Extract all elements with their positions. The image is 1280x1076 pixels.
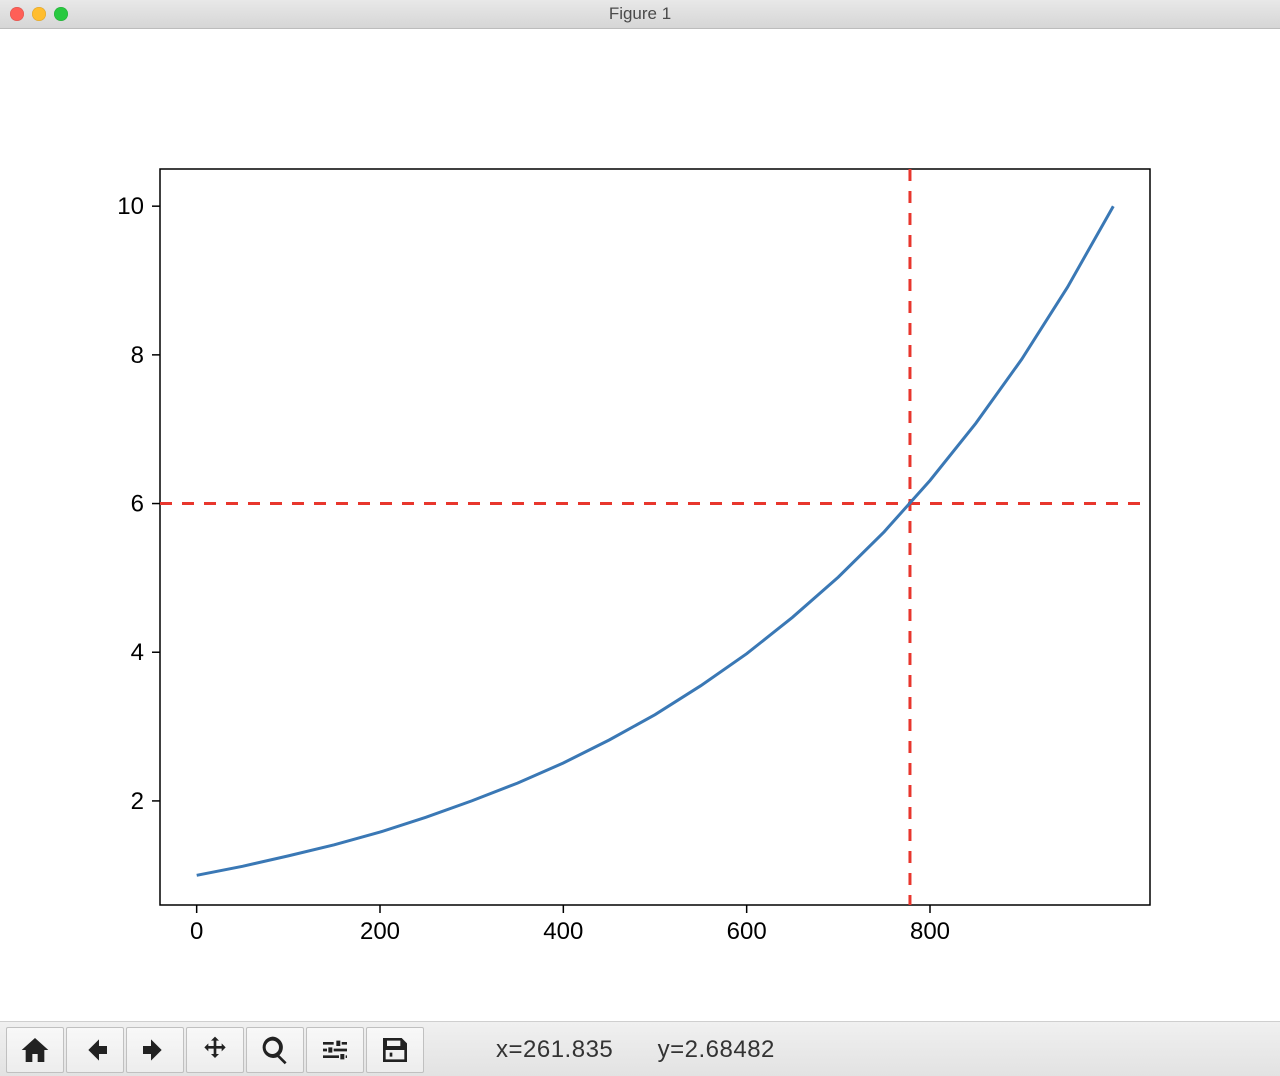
- home-icon: [19, 1034, 51, 1066]
- window-title: Figure 1: [609, 4, 671, 24]
- pan-button[interactable]: [186, 1027, 244, 1073]
- x-tick-label: 800: [910, 918, 950, 945]
- series-curve: [197, 206, 1114, 875]
- window-fullscreen-button[interactable]: [54, 7, 68, 21]
- home-button[interactable]: [6, 1027, 64, 1073]
- axes-frame: [160, 169, 1150, 905]
- cursor-y-label: y=: [658, 1036, 685, 1063]
- forward-button[interactable]: [126, 1027, 184, 1073]
- back-button[interactable]: [66, 1027, 124, 1073]
- configure-button[interactable]: [306, 1027, 364, 1073]
- matplotlib-toolbar: x=261.835 y=2.68482: [0, 1021, 1280, 1076]
- x-tick-label: 200: [360, 918, 400, 945]
- cursor-x-value: 261.835: [523, 1036, 613, 1063]
- save-button[interactable]: [366, 1027, 424, 1073]
- arrow-right-icon: [139, 1034, 171, 1066]
- zoom-button[interactable]: [246, 1027, 304, 1073]
- cursor-y-value: 2.68482: [685, 1036, 775, 1063]
- cursor-coordinates: x=261.835 y=2.68482: [496, 1036, 775, 1064]
- save-icon: [379, 1034, 411, 1066]
- arrow-left-icon: [79, 1034, 111, 1066]
- window-titlebar: Figure 1: [0, 0, 1280, 29]
- x-tick-label: 600: [727, 918, 767, 945]
- y-tick-label: 2: [131, 788, 144, 815]
- y-tick-label: 6: [131, 491, 144, 518]
- cursor-x-label: x=: [496, 1036, 523, 1063]
- x-tick-label: 400: [543, 918, 583, 945]
- y-tick-label: 10: [117, 193, 144, 220]
- search-icon: [259, 1034, 291, 1066]
- y-tick-label: 8: [131, 342, 144, 369]
- window-minimize-button[interactable]: [32, 7, 46, 21]
- move-icon: [199, 1034, 231, 1066]
- sliders-icon: [319, 1034, 351, 1066]
- y-tick-label: 4: [131, 639, 144, 666]
- plot-canvas[interactable]: 0 200 400 600 800 2 4 6 8 10: [0, 29, 1280, 1021]
- window-close-button[interactable]: [10, 7, 24, 21]
- x-tick-label: 0: [190, 918, 203, 945]
